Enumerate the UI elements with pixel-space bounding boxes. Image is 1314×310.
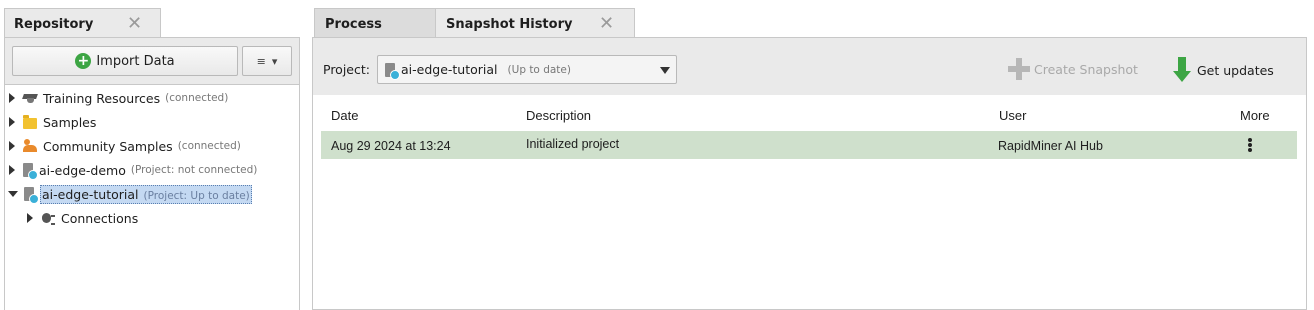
- tree-item-community-samples[interactable]: Community Samples (connected): [9, 136, 241, 156]
- selected-tree-item[interactable]: ai-edge-tutorial (Project: Up to date): [40, 184, 252, 204]
- expand-caret-icon[interactable]: [9, 165, 15, 175]
- expand-caret-icon[interactable]: [9, 141, 15, 151]
- plus-icon: [1008, 58, 1030, 80]
- tree-item-label: Training Resources: [43, 90, 161, 106]
- tab-snapshot-history-label: Snapshot History: [446, 17, 573, 32]
- create-snapshot-label: Create Snapshot: [1034, 61, 1138, 77]
- cell-date: Aug 29 2024 at 13:24: [331, 139, 451, 153]
- download-arrow-icon: [1173, 57, 1191, 83]
- chevron-down-icon: ▾: [271, 54, 278, 68]
- create-snapshot-button[interactable]: Create Snapshot: [1008, 58, 1138, 80]
- tree-item-status: (connected): [177, 140, 241, 152]
- snapshot-toolbar: Project: ai-edge-tutorial (Up to date) C…: [313, 38, 1306, 95]
- tab-snapshot-history[interactable]: Snapshot History ✕: [435, 8, 635, 38]
- tree-item-label: Connections: [61, 210, 139, 226]
- column-header-more: More: [1240, 108, 1270, 123]
- project-select-value: ai-edge-tutorial: [401, 62, 498, 77]
- close-icon[interactable]: ✕: [599, 15, 614, 33]
- project-icon: [23, 163, 38, 180]
- hamburger-icon: ≡: [256, 54, 266, 68]
- tab-repository[interactable]: Repository ✕: [4, 8, 161, 38]
- close-icon[interactable]: ✕: [127, 15, 142, 33]
- project-icon: [385, 62, 400, 80]
- expand-caret-icon[interactable]: [9, 93, 15, 103]
- get-updates-label: Get updates: [1197, 62, 1274, 78]
- project-icon: [24, 187, 39, 204]
- tree-item-status: (connected): [165, 92, 229, 104]
- tree-item-ai-edge-tutorial[interactable]: ai-edge-tutorial (Project: Up to date): [8, 184, 252, 204]
- tab-repository-label: Repository: [14, 17, 94, 32]
- tree-item-label: ai-edge-demo: [39, 162, 126, 178]
- chevron-down-icon: [660, 67, 670, 74]
- plug-icon: [41, 211, 55, 225]
- column-header-description[interactable]: Description: [526, 108, 591, 123]
- tree-item-ai-edge-demo[interactable]: ai-edge-demo (Project: not connected): [9, 160, 257, 180]
- tree-item-status: (Project: not connected): [130, 164, 258, 176]
- import-data-label: Import Data: [96, 53, 175, 69]
- import-data-button[interactable]: + Import Data: [12, 46, 238, 76]
- column-header-date[interactable]: Date: [331, 108, 358, 123]
- tree-item-status: (Project: Up to date): [143, 189, 250, 202]
- project-select-status: (Up to date): [507, 63, 571, 76]
- repository-tree: Training Resources (connected) Samples C…: [5, 84, 299, 310]
- plus-circle-icon: +: [75, 53, 92, 69]
- tree-item-training-resources[interactable]: Training Resources (connected): [9, 88, 228, 108]
- tree-item-label: Samples: [43, 114, 97, 130]
- snapshot-history-panel: Project: ai-edge-tutorial (Up to date) C…: [312, 37, 1307, 310]
- tree-item-label: ai-edge-tutorial: [42, 186, 139, 202]
- tab-process[interactable]: Process: [314, 8, 436, 38]
- tree-item-samples[interactable]: Samples: [9, 112, 96, 132]
- cell-description: Initialized project: [526, 137, 620, 151]
- folder-icon: [23, 115, 37, 129]
- project-label: Project:: [323, 62, 370, 77]
- repository-panel: + Import Data ≡ ▾ Training Resources (co…: [4, 37, 300, 310]
- tree-item-connections[interactable]: Connections: [27, 208, 138, 228]
- collapse-caret-icon[interactable]: [8, 191, 18, 197]
- get-updates-button[interactable]: Get updates: [1173, 57, 1274, 83]
- graduation-cap-icon: [23, 91, 37, 105]
- column-header-user[interactable]: User: [999, 108, 1026, 123]
- project-select[interactable]: ai-edge-tutorial (Up to date): [377, 55, 677, 84]
- expand-caret-icon[interactable]: [9, 117, 15, 127]
- table-row[interactable]: Aug 29 2024 at 13:24 Initialized project…: [321, 131, 1297, 159]
- people-icon: [23, 139, 37, 153]
- tab-process-label: Process: [325, 17, 382, 32]
- more-vertical-icon[interactable]: [1248, 138, 1252, 152]
- tree-item-label: Community Samples: [43, 138, 173, 154]
- expand-caret-icon[interactable]: [27, 213, 33, 223]
- cell-user: RapidMiner AI Hub: [998, 139, 1103, 153]
- repository-menu-button[interactable]: ≡ ▾: [242, 46, 292, 76]
